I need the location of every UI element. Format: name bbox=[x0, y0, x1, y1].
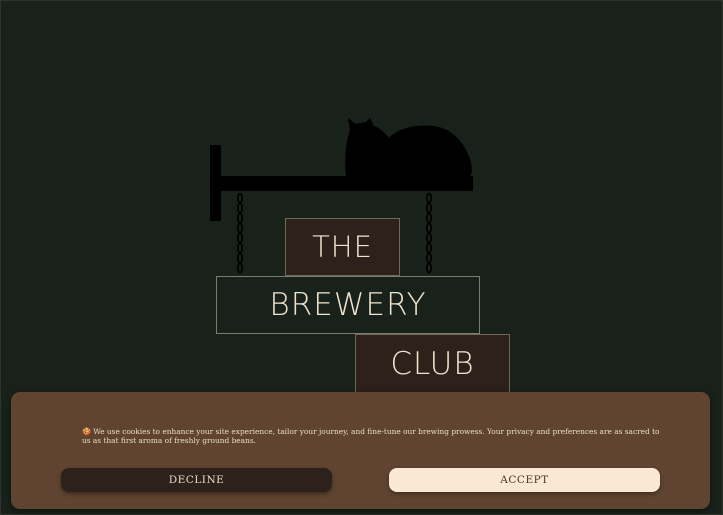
logo-line-the: THE bbox=[312, 230, 373, 264]
decline-button[interactable]: DECLINE bbox=[61, 468, 332, 492]
bracket-arm bbox=[214, 176, 473, 191]
chain-right bbox=[425, 192, 432, 274]
cookie-message-text: We use cookies to enhance your site expe… bbox=[82, 427, 660, 445]
chain-left bbox=[237, 192, 244, 274]
cat-silhouette-icon bbox=[345, 118, 472, 178]
logo-sign-the: THE bbox=[285, 218, 400, 276]
cookie-icon: 🍪 bbox=[82, 427, 92, 436]
logo-sign-brewery: BREWERY bbox=[216, 276, 480, 334]
logo-sign-club: CLUB bbox=[355, 334, 510, 394]
logo-line-brewery: BREWERY bbox=[269, 287, 427, 323]
cookie-message: 🍪 We use cookies to enhance your site exp… bbox=[82, 427, 662, 445]
cookie-consent-banner: 🍪 We use cookies to enhance your site exp… bbox=[11, 392, 710, 509]
logo-line-club: CLUB bbox=[390, 346, 475, 382]
accept-button[interactable]: ACCEPT bbox=[389, 468, 660, 492]
